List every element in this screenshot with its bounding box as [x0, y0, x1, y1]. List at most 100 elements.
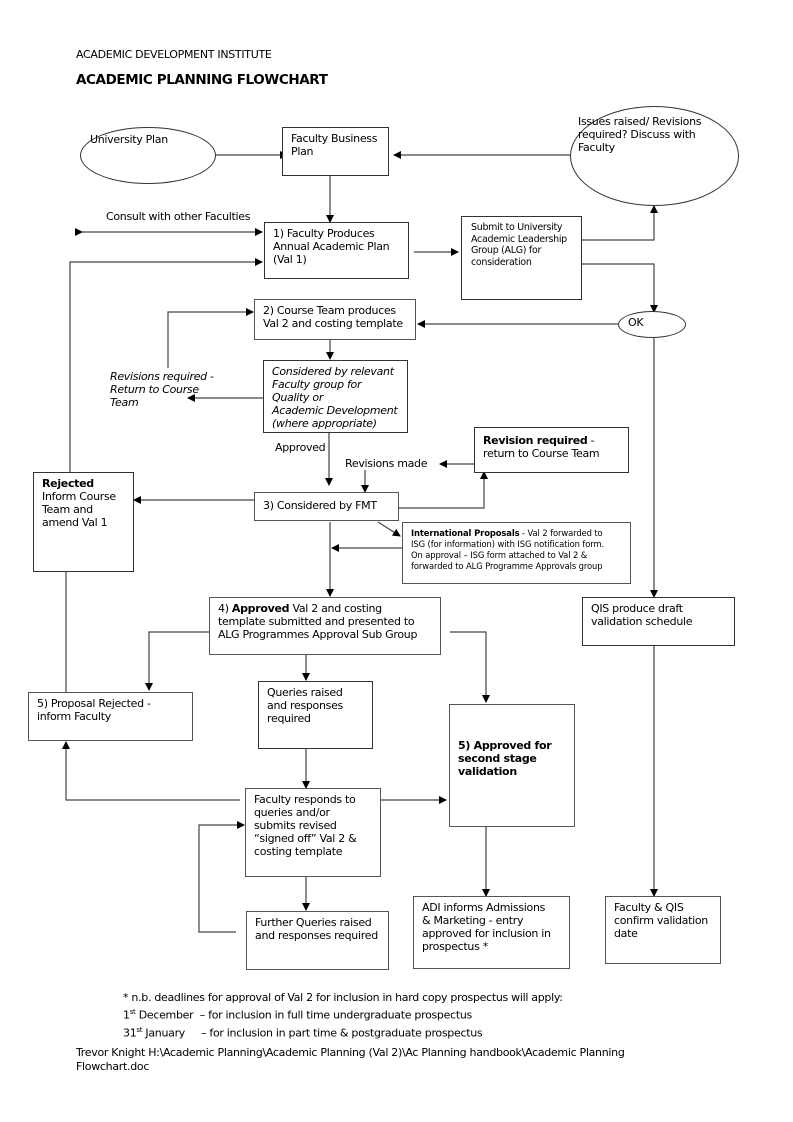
proposal-rejected-line: inform Faculty [37, 710, 111, 723]
faculty-responds-box: Faculty responds to queries and/or submi… [245, 788, 381, 877]
file-path-line1: Trevor Knight H:\Academic Planning\Acade… [76, 1046, 625, 1059]
step1-box: 1) Faculty Produces Annual Academic Plan… [264, 222, 409, 279]
step4-line: template submitted and presented to [218, 615, 415, 628]
dec-num: 1 [123, 1008, 130, 1022]
jan-num: 31 [123, 1026, 137, 1040]
issues-line: Issues raised/ Revisions [578, 115, 702, 128]
fbp-line: Faculty Business [291, 132, 378, 145]
alg-line: consideration [471, 256, 532, 268]
step4-box: 4) Approved Val 2 and costing template s… [209, 597, 441, 655]
adi-line: & Marketing - entry [422, 914, 524, 927]
step3-label: 3) Considered by FMT [263, 499, 377, 512]
arrow-rejected-to-step1 [69, 258, 263, 472]
step3-box: 3) Considered by FMT [254, 492, 399, 521]
arrow-step4-to-proposal-rejected [145, 631, 209, 691]
adi-informs-box: ADI informs Admissions & Marketing - ent… [413, 896, 570, 969]
rejected-heading: Rejected [42, 477, 125, 490]
revision-required-line2: return to Course Team [483, 447, 600, 460]
revisions-required-line: Team [110, 396, 139, 409]
queries-raised-box: Queries raised and responses required [258, 681, 373, 749]
submit-alg-box: Submit to University Academic Leadership… [461, 216, 582, 300]
adi-line: prospectus * [422, 940, 488, 953]
step4-approved: Approved [231, 602, 290, 615]
faculty-business-plan-box: Faculty Business Plan [282, 127, 389, 176]
revisions-required-line: Revisions required - [110, 370, 214, 383]
arrow-alg-to-issues [582, 205, 658, 241]
step1-line: Annual Academic Plan [273, 240, 390, 253]
revisions-required-label: Revisions required - Return to Course Te… [110, 370, 214, 409]
qis-line: QIS produce draft [591, 602, 683, 615]
international-rest: - Val 2 forwarded to [519, 528, 603, 538]
step2-line: Val 2 and costing template [263, 317, 403, 330]
approved-line: validation [458, 765, 517, 778]
footnote: * n.b. deadlines for approval of Val 2 f… [123, 991, 563, 1040]
international-line1: International Proposals - Val 2 forwarde… [411, 528, 622, 539]
responds-line: “signed off” Val 2 & [254, 832, 357, 845]
further-line: and responses required [255, 929, 378, 942]
university-plan-label: University Plan [90, 133, 168, 146]
issues-line: required? Discuss with [578, 128, 696, 141]
revisions-made-label: Revisions made [345, 457, 428, 470]
qis-draft-box: QIS produce draft validation schedule [582, 597, 735, 646]
further-line: Further Queries raised [255, 916, 372, 929]
alg-line: Academic Leadership [471, 233, 567, 245]
revisions-required-line: Return to Course [110, 383, 199, 396]
footnote-january: 31st January – for inclusion in part tim… [123, 1023, 563, 1041]
faculty-qis-confirm-box: Faculty & QIS confirm validation date [605, 896, 721, 964]
revision-required-line1: Revision required - [483, 434, 620, 447]
confirm-line: date [614, 927, 638, 940]
revision-dash: - [587, 434, 595, 447]
ok-label: OK [628, 316, 644, 329]
step2-line: 2) Course Team produces [263, 304, 396, 317]
approved-second-stage-box: 5) Approved for second stage validation [449, 704, 575, 827]
step4-line: ALG Programmes Approval Sub Group [218, 628, 418, 641]
revision-required-box: Revision required - return to Course Tea… [474, 427, 629, 473]
proposal-rejected-line: 5) Proposal Rejected - [37, 697, 151, 710]
responds-line: Faculty responds to [254, 793, 356, 806]
review-line: Faculty group for Quality or [272, 378, 362, 404]
review-line: Academic Development [272, 404, 398, 417]
adi-line: approved for inclusion in [422, 927, 551, 940]
footnote-note: * n.b. deadlines for approval of Val 2 f… [123, 991, 563, 1004]
rejected-bold: Rejected [42, 477, 94, 490]
jan-text: January – for inclusion in part time & p… [142, 1026, 483, 1040]
step4-line1: 4) Approved Val 2 and costing [218, 602, 432, 615]
arrow-alg-to-ok [582, 263, 658, 313]
confirm-line: confirm validation [614, 914, 708, 927]
responds-line: queries and/or [254, 806, 330, 819]
queries-line: Queries raised [267, 686, 343, 699]
review-line: (where appropriate) [272, 417, 377, 430]
consult-label: Consult with other Faculties [106, 210, 251, 223]
qis-line: validation schedule [591, 615, 693, 628]
approved-line: second stage [458, 752, 537, 765]
step4-prefix: 4) [218, 602, 232, 615]
arrow-step3-to-international [377, 521, 401, 537]
rejected-line: amend Val 1 [42, 516, 108, 529]
rejected-line: Team and [42, 503, 93, 516]
proposal-rejected-box: 5) Proposal Rejected - inform Faculty [28, 692, 193, 741]
step1-line: (Val 1) [273, 253, 307, 266]
international-line: On approval – ISG form attached to Val 2… [411, 550, 588, 560]
responds-line: submits revised [254, 819, 337, 832]
confirm-line: Faculty & QIS [614, 901, 684, 914]
step2-box: 2) Course Team produces Val 2 and costin… [254, 299, 416, 340]
alg-line: Group (ALG) for [471, 245, 542, 256]
step1-line: 1) Faculty Produces [273, 227, 375, 240]
international-line: forwarded to ALG Programme Approvals gro… [411, 561, 603, 571]
queries-line: and responses [267, 699, 343, 712]
file-path: Trevor Knight H:\Academic Planning\Acade… [76, 1046, 625, 1074]
arrow-further-to-responds [198, 821, 245, 933]
arrow-step4-to-approved [450, 631, 490, 703]
revision-required-heading: Revision required [483, 434, 588, 447]
adi-line: ADI informs Admissions [422, 901, 546, 914]
alg-line: Submit to University [471, 222, 563, 233]
issues-raised-label: Issues raised/ Revisions required? Discu… [578, 115, 701, 154]
approved-line: 5) Approved for [458, 739, 552, 752]
rejected-box: Rejected Inform Course Team and amend Va… [33, 472, 134, 572]
faculty-group-review-box: Considered by relevant Faculty group for… [263, 360, 408, 433]
arrow-responds-to-proposal-rejected [62, 741, 240, 801]
approved-label: Approved [275, 441, 326, 454]
arrow-step3-to-revision-box [398, 471, 488, 509]
dec-text: December – for inclusion in full time un… [135, 1008, 473, 1022]
review-line: Considered by relevant [272, 365, 394, 378]
